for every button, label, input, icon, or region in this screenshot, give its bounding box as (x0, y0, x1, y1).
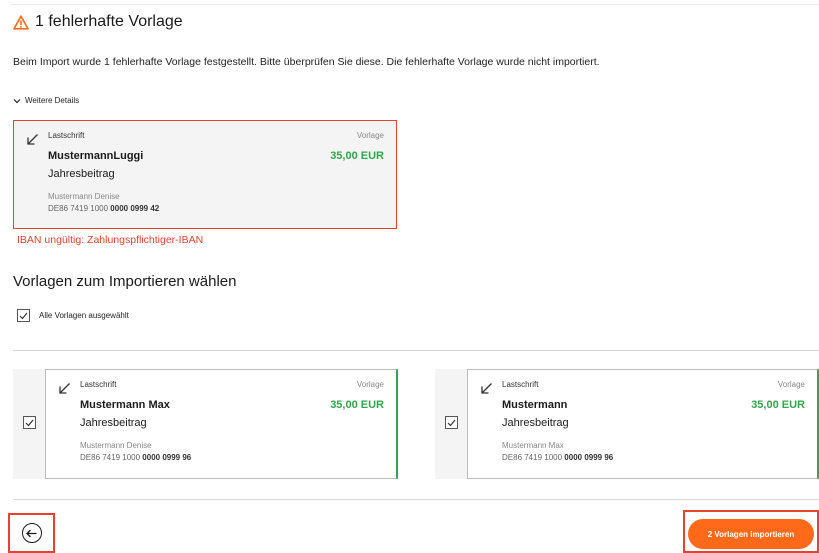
iban-prefix: DE86 7419 1000 (502, 453, 563, 462)
template-amount: 35,00 EUR (751, 399, 805, 411)
template-iban: DE86 7419 1000 0000 0999 96 (80, 453, 191, 462)
template-checkbox[interactable] (445, 416, 458, 429)
divider (13, 499, 819, 500)
checkmark-icon (25, 419, 34, 426)
iban-suffix: 0000 0999 42 (110, 204, 160, 213)
back-circle (21, 523, 42, 543)
template-tag: Vorlage (356, 131, 384, 140)
details-toggle[interactable]: Weitere Details (13, 96, 79, 105)
template-name: Mustermann Max (80, 399, 170, 411)
faulty-template-card: Lastschrift Vorlage MustermannLuggi 35,0… (13, 120, 397, 229)
template-holder: Mustermann Denise (80, 441, 152, 450)
iban-suffix: 0000 0999 96 (564, 453, 614, 462)
arrow-down-left-icon (59, 383, 70, 394)
page-header: 1 fehlerhafte Vorlage (13, 13, 183, 31)
template-type: Lastschrift (502, 380, 539, 389)
template-name: Mustermann (502, 399, 568, 411)
template-holder: Mustermann Max (502, 441, 564, 450)
intro-text: Beim Import wurde 1 fehlerhafte Vorlage … (13, 56, 600, 68)
arrow-left-circle-icon (26, 529, 37, 537)
template-purpose: Jahresbeitrag (80, 417, 147, 429)
template-iban: DE86 7419 1000 0000 0999 42 (48, 204, 159, 213)
top-divider (10, 4, 819, 5)
import-button-frame: 2 Vorlagen importieren (683, 510, 819, 553)
template-purpose: Jahresbeitrag (48, 168, 115, 180)
page-title: 1 fehlerhafte Vorlage (35, 13, 183, 30)
details-toggle-label: Weitere Details (25, 96, 80, 105)
template-amount: 35,00 EUR (330, 399, 384, 411)
template-name: MustermannLuggi (48, 150, 144, 162)
back-button[interactable] (8, 513, 55, 553)
select-all-checkbox[interactable] (17, 309, 30, 322)
iban-prefix: DE86 7419 1000 (48, 204, 109, 213)
divider (13, 350, 819, 351)
template-type: Lastschrift (80, 380, 117, 389)
template-amount: 35,00 EUR (330, 150, 384, 162)
arrow-down-left-icon (27, 134, 38, 145)
select-all[interactable]: Alle Vorlagen ausgewählt (17, 309, 129, 322)
template-holder: Mustermann Denise (48, 192, 120, 201)
template-option: Lastschrift Vorlage Mustermann Max 35,00… (13, 369, 398, 479)
template-tag: Vorlage (777, 380, 805, 389)
chevron-down-icon (13, 98, 21, 103)
select-all-label: Alle Vorlagen ausgewählt (39, 311, 129, 320)
warning-triangle-icon (13, 14, 29, 30)
template-tag: Vorlage (356, 380, 384, 389)
iban-prefix: DE86 7419 1000 (80, 453, 141, 462)
template-option: Lastschrift Vorlage Mustermann 35,00 EUR… (435, 369, 819, 479)
import-button[interactable]: 2 Vorlagen importieren (688, 519, 814, 549)
template-checkbox[interactable] (23, 416, 36, 429)
arrow-down-left-icon (481, 383, 492, 394)
template-type: Lastschrift (48, 131, 85, 140)
iban-error-message: IBAN ungültig: Zahlungspflichtiger-IBAN (17, 234, 204, 246)
checkmark-icon (19, 312, 28, 319)
template-purpose: Jahresbeitrag (502, 417, 569, 429)
checkmark-icon (447, 419, 456, 426)
template-card[interactable]: Lastschrift Vorlage Mustermann Max 35,00… (45, 369, 398, 479)
template-card[interactable]: Lastschrift Vorlage Mustermann 35,00 EUR… (467, 369, 819, 479)
selection-title: Vorlagen zum Importieren wählen (13, 273, 237, 290)
iban-suffix: 0000 0999 96 (142, 453, 192, 462)
template-iban: DE86 7419 1000 0000 0999 96 (502, 453, 613, 462)
